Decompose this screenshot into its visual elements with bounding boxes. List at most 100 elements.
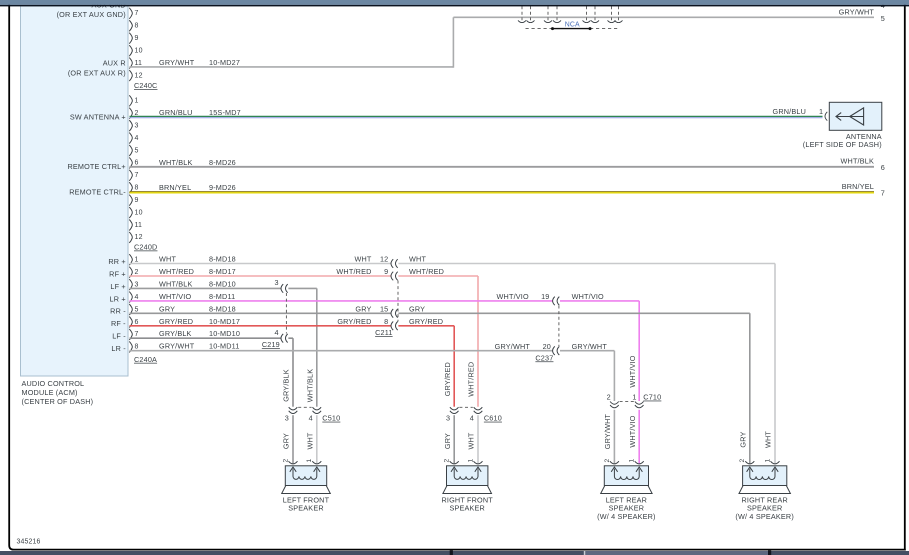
svg-text:GRY/WHT: GRY/WHT [839, 8, 875, 17]
svg-text:WHT/RED: WHT/RED [409, 267, 444, 276]
svg-text:REMOTE CTRL-: REMOTE CTRL- [69, 188, 126, 197]
svg-text:9: 9 [135, 35, 139, 42]
svg-text:10: 10 [135, 47, 143, 54]
svg-text:8: 8 [135, 344, 139, 351]
svg-text:(W/ 4 SPEAKER): (W/ 4 SPEAKER) [597, 512, 656, 521]
svg-text:REMOTE CTRL+: REMOTE CTRL+ [67, 162, 125, 171]
svg-text:WHT/BLK: WHT/BLK [306, 369, 315, 403]
svg-text:8-MD17: 8-MD17 [209, 267, 236, 276]
svg-text:WHT/VIO: WHT/VIO [159, 292, 191, 301]
svg-text:345216: 345216 [17, 538, 41, 545]
svg-text:1: 1 [764, 459, 771, 463]
svg-text:1: 1 [819, 107, 823, 116]
svg-text:2: 2 [444, 459, 451, 463]
svg-text:(OR EXT AUX GND): (OR EXT AUX GND) [57, 10, 126, 19]
svg-text:BRN/YEL: BRN/YEL [159, 183, 191, 192]
svg-text:9-MD26: 9-MD26 [209, 183, 236, 192]
svg-text:WHT/VIO: WHT/VIO [497, 292, 529, 301]
svg-text:8: 8 [384, 317, 388, 326]
svg-text:3: 3 [285, 414, 289, 423]
svg-text:WHT/BLK: WHT/BLK [159, 279, 193, 288]
svg-text:15S-MD7: 15S-MD7 [209, 108, 241, 117]
svg-text:GRY: GRY [355, 305, 371, 314]
svg-text:AUX R: AUX R [103, 59, 126, 68]
svg-text:GRY/RED: GRY/RED [337, 317, 371, 326]
svg-text:7: 7 [135, 331, 139, 338]
svg-text:LR -: LR - [111, 344, 126, 353]
svg-text:1: 1 [306, 459, 313, 463]
svg-text:1: 1 [135, 257, 139, 264]
svg-text:12: 12 [135, 72, 143, 79]
svg-text:C240D: C240D [134, 243, 157, 252]
svg-text:10-MD11: 10-MD11 [209, 342, 240, 351]
svg-text:2: 2 [607, 393, 611, 402]
svg-text:7: 7 [135, 10, 139, 17]
svg-text:GRY: GRY [409, 305, 425, 314]
svg-text:(CENTER OF DASH): (CENTER OF DASH) [22, 397, 94, 406]
svg-text:WHT/RED: WHT/RED [159, 267, 194, 276]
svg-text:2: 2 [135, 269, 139, 276]
svg-text:GRY: GRY [443, 433, 452, 449]
svg-text:4: 4 [470, 414, 474, 423]
svg-text:WHT: WHT [306, 432, 315, 449]
svg-text:WHT/VIO: WHT/VIO [628, 415, 637, 447]
svg-text:3: 3 [135, 281, 139, 288]
svg-text:2: 2 [282, 459, 289, 463]
svg-text:9: 9 [135, 197, 139, 204]
svg-text:LF +: LF + [110, 282, 125, 291]
svg-text:C710: C710 [643, 393, 661, 402]
svg-text:BRN/YEL: BRN/YEL [842, 182, 874, 191]
svg-text:WHT/VIO: WHT/VIO [572, 292, 604, 301]
svg-text:8-MD18: 8-MD18 [209, 255, 236, 264]
svg-text:GRY/WHT: GRY/WHT [572, 342, 608, 351]
svg-text:3: 3 [446, 414, 450, 423]
svg-text:4: 4 [135, 294, 139, 301]
svg-text:1: 1 [632, 393, 636, 402]
svg-text:3: 3 [135, 122, 139, 129]
svg-text:WHT: WHT [764, 431, 773, 448]
svg-text:WHT: WHT [467, 432, 476, 449]
svg-text:GRY/WHT: GRY/WHT [495, 342, 531, 351]
svg-text:9: 9 [384, 267, 388, 276]
svg-text:2: 2 [739, 459, 746, 463]
svg-text:GRY/RED: GRY/RED [409, 317, 443, 326]
svg-text:5: 5 [881, 14, 885, 23]
svg-text:WHT/RED: WHT/RED [336, 267, 371, 276]
svg-text:20: 20 [543, 342, 551, 351]
svg-text:1: 1 [467, 459, 474, 463]
svg-text:GRY/WHT: GRY/WHT [159, 342, 195, 351]
svg-text:2: 2 [604, 459, 611, 463]
svg-text:19: 19 [541, 292, 549, 301]
svg-text:GRY/WHT: GRY/WHT [603, 413, 612, 449]
svg-text:5: 5 [135, 147, 139, 154]
svg-text:AUDIO CONTROL: AUDIO CONTROL [22, 379, 85, 388]
svg-text:(W/ 4 SPEAKER): (W/ 4 SPEAKER) [735, 512, 794, 521]
svg-text:GRN/BLU: GRN/BLU [773, 107, 807, 116]
svg-text:C610: C610 [484, 414, 502, 423]
svg-text:1: 1 [629, 459, 636, 463]
svg-text:C240C: C240C [134, 81, 157, 90]
svg-text:SW ANTENNA +: SW ANTENNA + [70, 112, 126, 121]
svg-text:C240A: C240A [134, 355, 157, 364]
svg-text:GRN/BLU: GRN/BLU [159, 108, 193, 117]
svg-text:10-MD17: 10-MD17 [209, 317, 240, 326]
svg-text:8-MD10: 8-MD10 [209, 279, 236, 288]
svg-text:SPEAKER: SPEAKER [288, 504, 324, 513]
svg-text:WHT/BLK: WHT/BLK [841, 157, 875, 166]
svg-text:8-MD11: 8-MD11 [209, 292, 235, 301]
svg-text:12: 12 [135, 234, 143, 241]
svg-text:C211: C211 [375, 328, 393, 337]
svg-text:GRY/BLK: GRY/BLK [282, 369, 291, 402]
svg-text:GRY/WHT: GRY/WHT [159, 58, 195, 67]
svg-text:C510: C510 [322, 414, 340, 423]
svg-text:6: 6 [135, 160, 139, 167]
svg-text:WHT/VIO: WHT/VIO [628, 355, 637, 387]
svg-text:GRY/BLK: GRY/BLK [159, 329, 192, 338]
svg-text:WHT/RED: WHT/RED [467, 362, 476, 397]
svg-text:GRY/RED: GRY/RED [159, 317, 193, 326]
svg-text:LR +: LR + [110, 294, 126, 303]
svg-text:4: 4 [309, 414, 313, 423]
svg-text:4: 4 [135, 135, 139, 142]
svg-text:10-MD27: 10-MD27 [209, 58, 240, 67]
svg-text:GRY/RED: GRY/RED [443, 362, 452, 396]
